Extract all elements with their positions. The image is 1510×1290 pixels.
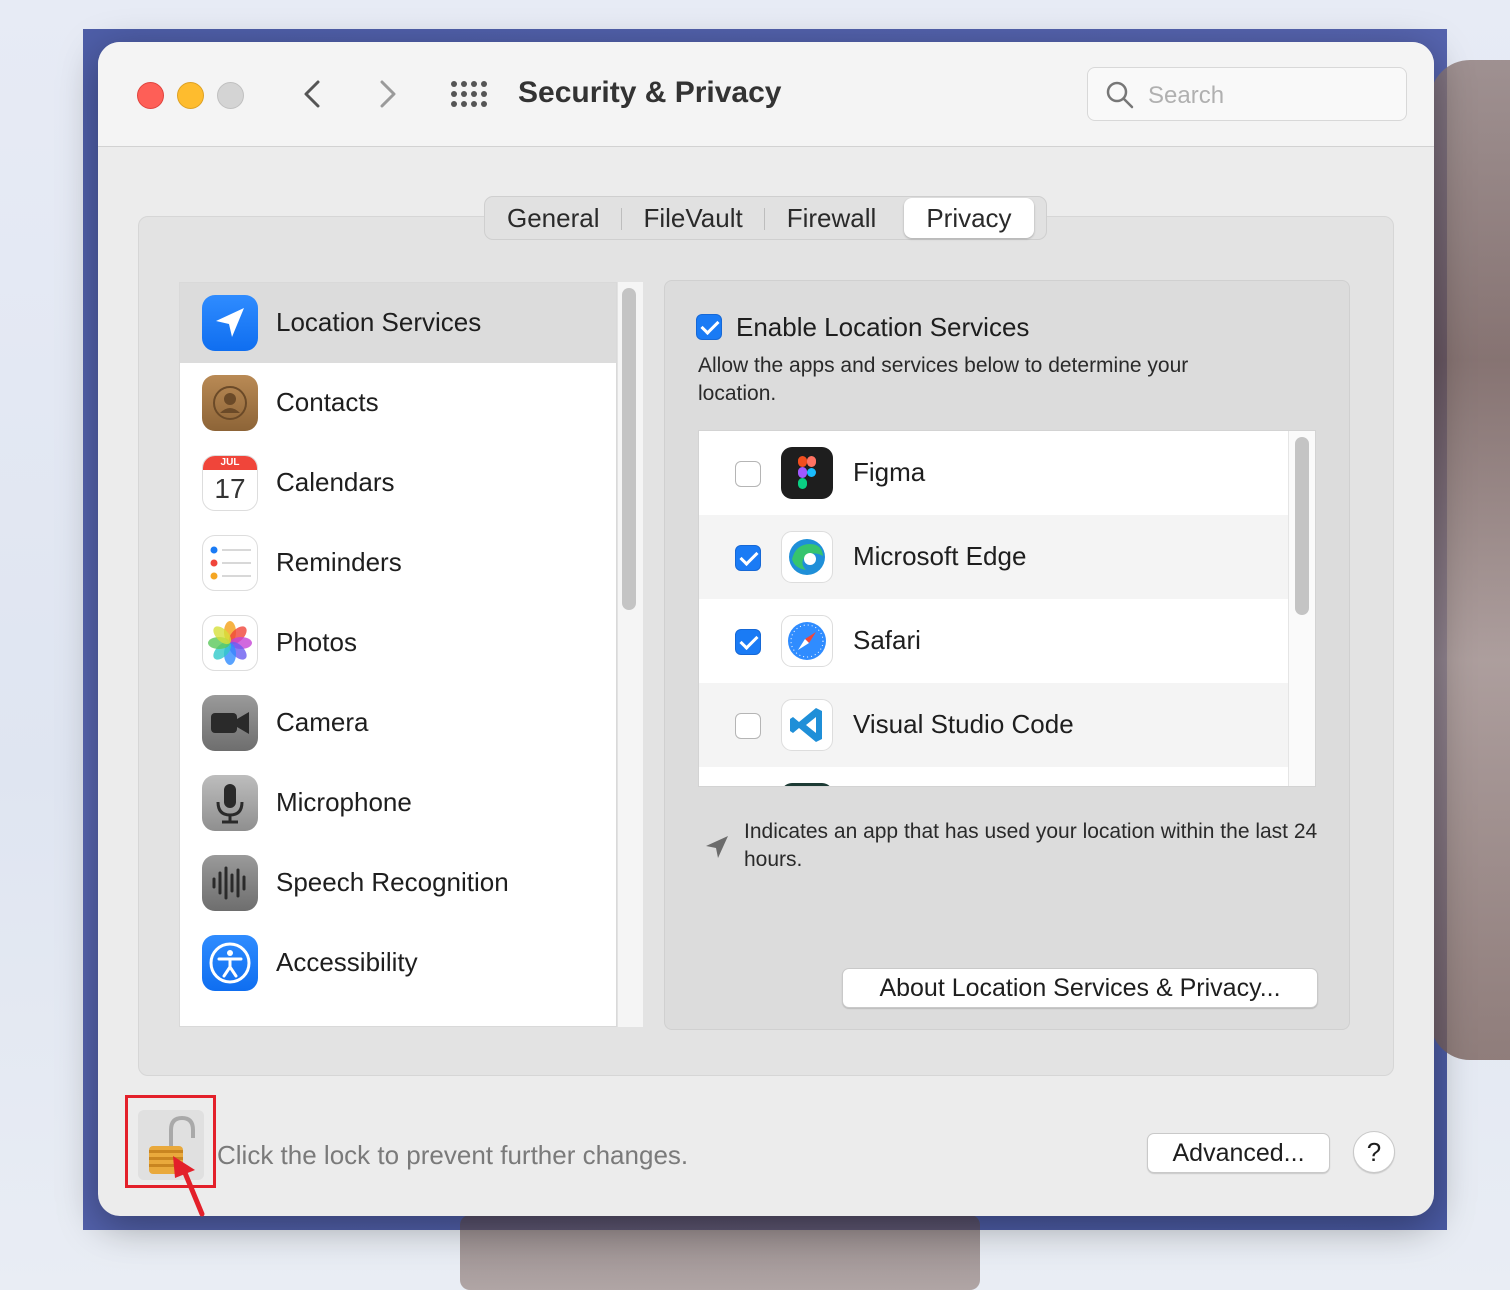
sidebar-item-label: Speech Recognition — [276, 867, 509, 897]
calendar-icon: JUL 17 — [202, 455, 258, 511]
figma-icon — [781, 447, 833, 499]
sidebar-item-label: Accessibility — [276, 947, 418, 977]
close-button[interactable] — [137, 82, 164, 109]
sidebar-item-label: Location Services — [276, 307, 482, 337]
photos-icon — [202, 615, 258, 671]
search-icon — [1106, 81, 1134, 109]
safari-icon — [781, 615, 833, 667]
sidebar-item-label: Reminders — [276, 547, 402, 577]
edge-icon — [781, 531, 833, 583]
titlebar: Security & Privacy Search — [98, 42, 1434, 147]
tab-bar: General FileVault Firewall Privacy — [484, 196, 1047, 240]
list-item-visual-studio-code[interactable]: Visual Studio Code — [699, 683, 1289, 767]
chevron-right-icon — [380, 80, 396, 108]
window-title: Security & Privacy — [518, 76, 782, 109]
zoom-button[interactable] — [217, 82, 244, 109]
sidebar-item-label: Calendars — [276, 467, 395, 497]
help-button[interactable]: ? — [1353, 1131, 1395, 1173]
speech-recognition-icon — [202, 855, 258, 911]
vscode-icon — [781, 699, 833, 751]
app-checkbox[interactable] — [735, 713, 761, 739]
desktop-wallpaper-rock-bottom — [460, 1215, 980, 1290]
app-name: Microsoft Edge — [853, 541, 1027, 571]
sidebar-item-reminders[interactable]: Reminders — [180, 523, 616, 603]
sidebar-scrollbar-thumb[interactable] — [622, 288, 636, 610]
enable-location-checkbox[interactable] — [696, 314, 722, 340]
sidebar-item-contacts[interactable]: Contacts — [180, 363, 616, 443]
search-placeholder: Search — [1148, 82, 1225, 109]
calendar-month: JUL — [203, 456, 257, 470]
sidebar-item-calendars[interactable]: JUL 17 Calendars — [180, 443, 616, 523]
sidebar-item-speech-recognition[interactable]: Speech Recognition — [180, 843, 616, 923]
tab-general[interactable]: General — [485, 198, 622, 238]
sidebar-item-location-services[interactable]: Location Services — [180, 283, 616, 363]
lock-status-text: Click the lock to prevent further change… — [217, 1140, 689, 1170]
sidebar-item-label: Contacts — [276, 387, 379, 417]
list-item-partial[interactable] — [699, 767, 1289, 786]
location-usage-note: Indicates an app that has used your loca… — [744, 820, 1318, 871]
calendar-day: 17 — [214, 473, 246, 504]
location-description: Allow the apps and services below to det… — [698, 354, 1189, 405]
security-privacy-window: Security & Privacy Search General FileVa… — [98, 42, 1434, 1216]
camera-icon — [202, 695, 258, 751]
show-all-button[interactable] — [450, 80, 490, 110]
app-checkbox[interactable] — [735, 629, 761, 655]
list-item-microsoft-edge[interactable]: Microsoft Edge — [699, 515, 1289, 599]
app-name: Visual Studio Code — [853, 709, 1074, 739]
annotation-arrow-icon — [173, 1156, 205, 1217]
minimize-button[interactable] — [177, 82, 204, 109]
sidebar-item-label: Photos — [276, 627, 357, 657]
sidebar-item-accessibility[interactable]: Accessibility — [180, 923, 616, 1003]
sidebar-item-camera[interactable]: Camera — [180, 683, 616, 763]
desktop-wallpaper-rock — [1430, 60, 1510, 1060]
reminders-icon — [202, 535, 258, 591]
app-name: Safari — [853, 625, 921, 655]
app-name: Figma — [853, 457, 926, 487]
search-field[interactable]: Search — [1087, 67, 1407, 121]
list-item-figma[interactable]: Figma — [699, 431, 1289, 515]
tab-filevault[interactable]: FileVault — [622, 198, 765, 238]
location-arrow-indicator-icon — [706, 836, 728, 858]
chevron-left-icon — [304, 80, 320, 108]
app-checkbox[interactable] — [735, 461, 761, 487]
contacts-icon — [202, 375, 258, 431]
app-checkbox[interactable] — [735, 545, 761, 571]
enable-location-label: Enable Location Services — [736, 312, 1030, 342]
about-location-services-button[interactable]: About Location Services & Privacy... — [842, 968, 1318, 1008]
sidebar-item-photos[interactable]: Photos — [180, 603, 616, 683]
partial-app-icon — [781, 783, 833, 786]
sidebar-item-microphone[interactable]: Microphone — [180, 763, 616, 843]
privacy-category-list: Location Services Contacts JUL 17 Calend… — [179, 282, 617, 1027]
advanced-button[interactable]: Advanced... — [1147, 1133, 1330, 1173]
back-button[interactable] — [294, 76, 334, 116]
grid-icon — [451, 81, 487, 107]
app-list-scrollbar-thumb[interactable] — [1295, 437, 1309, 615]
app-location-list: Figma Microsoft Edge Safari Visual Studi… — [698, 430, 1316, 787]
accessibility-icon — [202, 935, 258, 991]
sidebar-item-label: Microphone — [276, 787, 412, 817]
tab-firewall[interactable]: Firewall — [765, 198, 899, 238]
location-arrow-icon — [202, 295, 258, 351]
sidebar-item-label: Camera — [276, 707, 369, 737]
tab-privacy[interactable]: Privacy — [904, 198, 1034, 238]
list-item-safari[interactable]: Safari — [699, 599, 1289, 683]
forward-button[interactable] — [368, 76, 408, 116]
microphone-icon — [202, 775, 258, 831]
